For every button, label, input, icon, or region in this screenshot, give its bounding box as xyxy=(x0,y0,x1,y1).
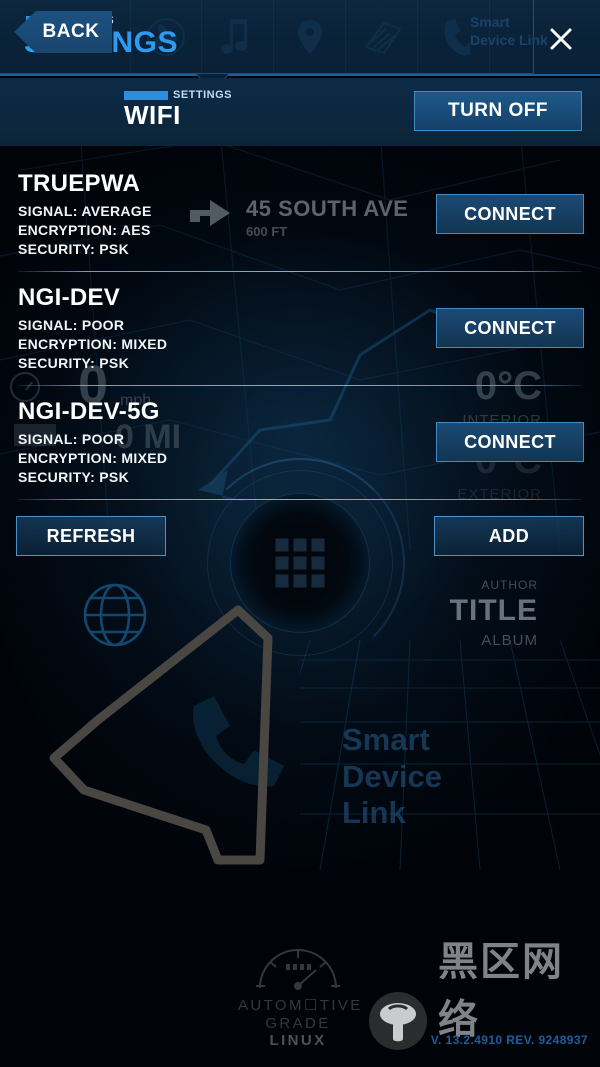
network-encryption: ENCRYPTION: AES xyxy=(18,221,151,238)
network-signal: SIGNAL: POOR xyxy=(18,431,125,447)
media-author: AUTHOR xyxy=(481,578,538,592)
location-pin-icon[interactable] xyxy=(274,0,346,74)
network-security: SECURITY: PSK xyxy=(18,354,129,371)
agl-logo-line2: GRADE LINUX xyxy=(265,1014,331,1049)
footer: AUTOM☐TIVE GRADE LINUX 黑区网络 V. 13.2.4910… xyxy=(0,939,600,1067)
list-divider xyxy=(18,499,582,500)
table-row[interactable]: NGI-DEV SIGNAL: POOR ENCRYPTION: MIXED S… xyxy=(0,272,600,386)
hub-center xyxy=(230,493,370,633)
connect-button-label: CONNECT xyxy=(464,317,556,338)
navigation-overlay: 45 SOUTH AVE 600 FT xyxy=(188,198,408,238)
connect-button[interactable]: CONNECT xyxy=(436,194,584,234)
globe-icon xyxy=(83,583,147,647)
connect-button-label: CONNECT xyxy=(464,431,556,452)
network-details: SIGNAL: AVERAGE ENCRYPTION: AES SECURITY… xyxy=(18,202,152,258)
add-network-button[interactable]: ADD xyxy=(434,516,584,556)
agl-gauge-icon xyxy=(256,949,340,991)
wifi-settings-screen: 0 mph 0 MI 0°C INTERIOR 0°C EXTERIOR AUT… xyxy=(0,0,600,1067)
table-row[interactable]: TRUEPWA SIGNAL: AVERAGE ENCRYPTION: AES … xyxy=(0,158,600,272)
refresh-button[interactable]: REFRESH xyxy=(16,516,166,556)
network-ssid: NGI-DEV-5G xyxy=(18,398,160,425)
add-button-label: ADD xyxy=(488,525,530,546)
wifi-toggle-label: TURN OFF xyxy=(447,100,549,121)
header-app-icons xyxy=(130,0,490,74)
connect-button-label: CONNECT xyxy=(464,203,556,224)
sdl-background-label: Smart Device Link xyxy=(342,722,442,831)
breadcrumb-bar-icon xyxy=(124,90,168,100)
breadcrumb-settings-label: SETTINGS xyxy=(173,89,233,101)
nav-destination: 45 SOUTH AVE xyxy=(246,196,409,221)
back-button-label: BACK xyxy=(42,21,100,42)
refresh-button-label: REFRESH xyxy=(46,525,136,546)
nav-distance: 600 FT xyxy=(246,224,288,239)
polygon-outline-overlay xyxy=(49,605,273,865)
perspective-grid xyxy=(300,640,600,870)
network-details: SIGNAL: POOR ENCRYPTION: MIXED SECURITY:… xyxy=(18,430,167,486)
music-note-icon[interactable] xyxy=(202,0,274,74)
close-button[interactable] xyxy=(540,18,582,60)
watermark-text: 黑区网络 xyxy=(438,939,564,1043)
network-security: SECURITY: PSK xyxy=(18,468,129,485)
agl-logo: AUTOM☐TIVE GRADE LINUX xyxy=(238,946,363,1049)
media-title: TITLE xyxy=(449,594,538,627)
network-signal: SIGNAL: POOR xyxy=(18,317,125,333)
version-label: V. 13.2.4910 REV. 9248937 xyxy=(430,1033,588,1047)
turn-right-arrow-icon xyxy=(190,200,230,226)
close-icon xyxy=(550,28,572,50)
table-row[interactable]: NGI-DEV-5G SIGNAL: POOR ENCRYPTION: MIXE… xyxy=(0,386,600,500)
connect-button[interactable]: CONNECT xyxy=(436,422,584,462)
section-title: WIFI xyxy=(124,100,181,130)
header-sdl-label: Smart Device Link xyxy=(470,14,548,48)
connect-button[interactable]: CONNECT xyxy=(436,308,584,348)
media-album: ALBUM xyxy=(481,632,538,649)
wifi-network-list: TRUEPWA SIGNAL: AVERAGE ENCRYPTION: AES … xyxy=(0,158,600,500)
network-security: SECURITY: PSK xyxy=(18,240,129,257)
network-signal: SIGNAL: AVERAGE xyxy=(18,203,152,219)
news-media-icon[interactable] xyxy=(346,0,418,74)
watermark-logo xyxy=(369,992,427,1050)
network-encryption: ENCRYPTION: MIXED xyxy=(18,449,168,466)
network-details: SIGNAL: POOR ENCRYPTION: MIXED SECURITY:… xyxy=(18,316,167,372)
network-ssid: TRUEPWA xyxy=(18,170,141,197)
wifi-toggle-button[interactable]: TURN OFF xyxy=(414,91,582,131)
list-actions: REFRESH ADD xyxy=(0,516,600,558)
phone-handset-icon xyxy=(193,696,284,787)
network-ssid: NGI-DEV xyxy=(18,284,121,311)
agl-logo-line1: AUTOM☐TIVE xyxy=(238,997,363,1015)
network-encryption: ENCRYPTION: MIXED xyxy=(18,335,168,352)
